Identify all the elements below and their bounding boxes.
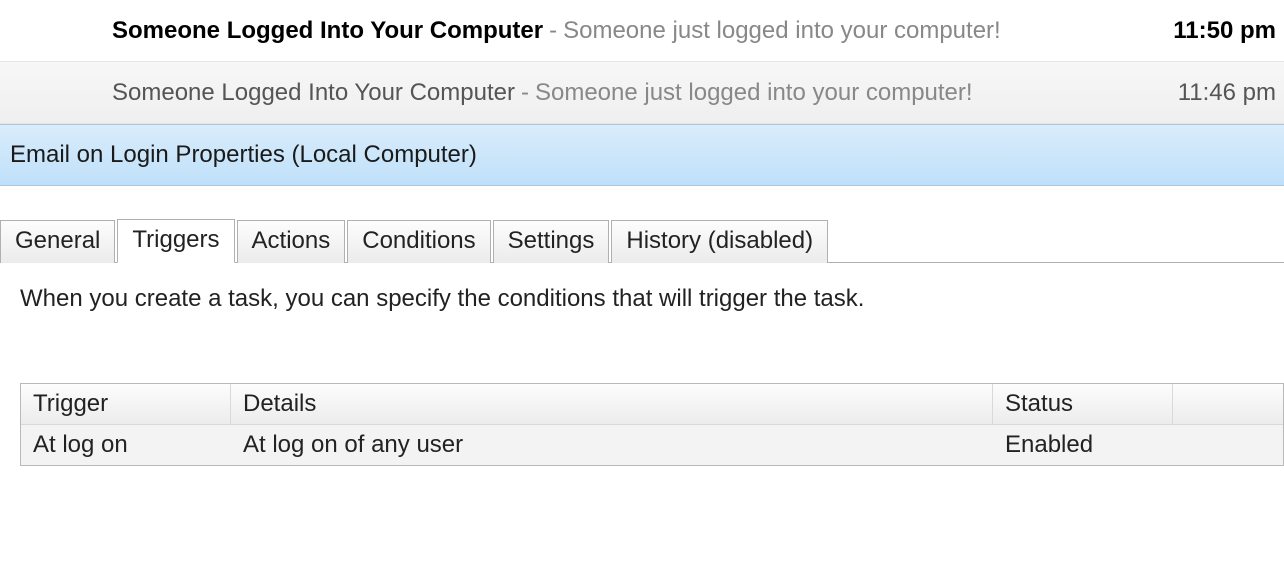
table-row[interactable]: At log on At log on of any user Enabled — [21, 425, 1283, 465]
column-header-status[interactable]: Status — [993, 384, 1173, 424]
tab-history[interactable]: History (disabled) — [611, 220, 828, 263]
column-header-details[interactable]: Details — [231, 384, 993, 424]
column-header-extra[interactable] — [1173, 398, 1283, 410]
tab-actions[interactable]: Actions — [237, 220, 346, 263]
tab-triggers[interactable]: Triggers — [117, 219, 234, 263]
email-preview: Someone just logged into your computer! — [535, 79, 973, 107]
triggers-description: When you create a task, you can specify … — [20, 285, 1264, 313]
email-time: 11:50 pm — [1155, 17, 1276, 45]
column-header-trigger[interactable]: Trigger — [21, 384, 231, 424]
separator: - — [543, 17, 563, 45]
cell-trigger: At log on — [21, 425, 231, 465]
tab-settings[interactable]: Settings — [493, 220, 610, 263]
dialog-title: Email on Login Properties (Local Compute… — [10, 141, 477, 168]
triggers-table-header[interactable]: Trigger Details Status — [21, 384, 1283, 425]
tab-general[interactable]: General — [0, 220, 115, 263]
dialog-titlebar: Email on Login Properties (Local Compute… — [0, 124, 1284, 186]
email-preview: Someone just logged into your computer! — [563, 17, 1001, 45]
tabstrip: General Triggers Actions Conditions Sett… — [0, 186, 1284, 263]
separator: - — [515, 79, 535, 107]
triggers-table[interactable]: Trigger Details Status At log on At log … — [20, 383, 1284, 466]
tab-conditions[interactable]: Conditions — [347, 220, 490, 263]
email-subject: Someone Logged Into Your Computer — [112, 17, 543, 45]
email-subject: Someone Logged Into Your Computer — [112, 79, 515, 107]
email-row[interactable]: Someone Logged Into Your Computer - Some… — [0, 62, 1284, 124]
email-time: 11:46 pm — [1160, 79, 1276, 107]
cell-details: At log on of any user — [231, 425, 993, 465]
cell-extra — [1173, 439, 1283, 451]
triggers-panel: When you create a task, you can specify … — [0, 263, 1284, 466]
cell-status: Enabled — [993, 425, 1173, 465]
email-row[interactable]: Someone Logged Into Your Computer - Some… — [0, 0, 1284, 62]
